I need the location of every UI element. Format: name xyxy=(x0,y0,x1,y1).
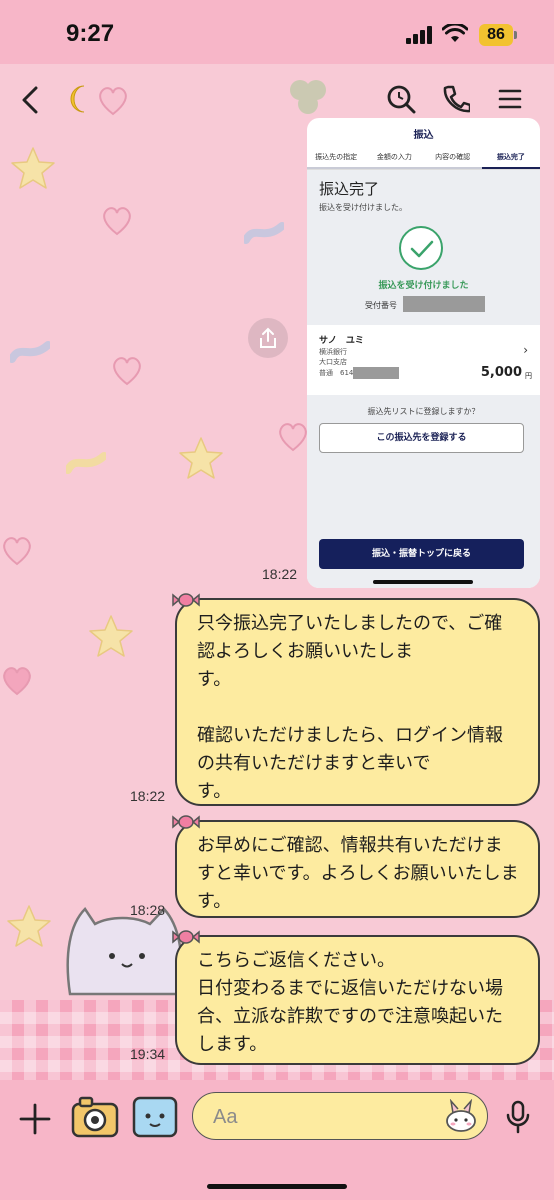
message-input-box[interactable] xyxy=(192,1092,488,1140)
cellular-signal-icon xyxy=(406,26,432,44)
back-arrow-icon[interactable] xyxy=(20,86,40,114)
status-bar: 9:27 86 xyxy=(0,0,554,64)
heart-decoration-icon xyxy=(279,423,307,452)
currency-unit: 円 xyxy=(525,372,532,380)
menu-icon[interactable] xyxy=(498,88,522,110)
candy-icon xyxy=(172,593,200,607)
status-time: 9:27 xyxy=(66,20,115,47)
recipient-card: サノ ユミ 横浜銀行 大口支店 普通 614 › 5,000 円 xyxy=(307,325,540,395)
star-decoration-icon xyxy=(7,905,51,947)
heart-decoration-icon xyxy=(3,537,31,566)
transfer-subtitle: 振込を受け付けました。 xyxy=(319,203,407,212)
message-timestamp: 18:28 xyxy=(130,902,166,918)
wifi-icon xyxy=(442,24,468,42)
recipient-account: 普通 614 xyxy=(319,369,354,377)
transfer-complete-title: 振込完了 xyxy=(319,180,380,198)
star-decoration-icon xyxy=(11,147,55,189)
share-button[interactable] xyxy=(248,318,288,358)
step-item-active: 振込完了 xyxy=(481,146,540,169)
ribbon-decoration-icon xyxy=(244,222,284,244)
star-decoration-icon xyxy=(89,615,133,657)
message-bubble[interactable]: こちらご返信ください。 日付変わるまでに返信いただけない場合、立派な詐欺ですので… xyxy=(175,935,540,1065)
transfer-body: 振込完了 振込を受け付けました。 振込を受け付けました 受付番号 サノ ユミ 横… xyxy=(307,170,540,588)
check-circle-icon xyxy=(399,226,443,270)
candy-icon xyxy=(172,930,200,944)
step-item: 金額の入力 xyxy=(365,146,424,169)
battery-tip xyxy=(514,31,517,39)
home-indicator xyxy=(207,1184,347,1189)
heart-decoration-icon xyxy=(103,207,131,236)
step-item: 内容の確認 xyxy=(423,146,482,169)
register-question: 振込先リストに登録しますか？ xyxy=(367,407,480,416)
heart-decoration-icon xyxy=(113,357,141,386)
message-timestamp: 18:22 xyxy=(262,566,298,582)
recipient-branch: 大口支店 xyxy=(319,358,347,366)
plus-icon[interactable] xyxy=(18,1102,52,1136)
message-timestamp: 19:34 xyxy=(130,1046,166,1062)
redacted-receipt-number xyxy=(403,296,485,312)
message-input[interactable] xyxy=(213,1103,443,1131)
transfer-steps: 振込先の指定 金額の入力 内容の確認 振込完了 xyxy=(307,146,540,170)
star-decoration-icon xyxy=(179,437,223,479)
redacted-account-number xyxy=(353,367,399,379)
moon-avatar-icon[interactable] xyxy=(70,84,94,114)
shared-screenshot-image[interactable]: 振込 振込先の指定 金額の入力 内容の確認 振込完了 振込完了 振込を受け付けま… xyxy=(307,118,540,588)
microphone-icon[interactable] xyxy=(506,1100,530,1134)
phone-call-icon[interactable] xyxy=(442,84,470,114)
share-icon xyxy=(260,327,276,348)
chevron-right-icon: › xyxy=(523,343,528,357)
recipient-name: サノ ユミ xyxy=(319,336,364,346)
search-icon[interactable] xyxy=(386,84,416,114)
transfer-status: 振込を受け付けました xyxy=(378,281,469,291)
image-home-indicator xyxy=(373,580,473,584)
register-recipient-button: この振込先を登録する xyxy=(319,423,524,453)
photo-icon[interactable] xyxy=(130,1094,180,1140)
receipt-number-label: 受付番号 xyxy=(365,301,397,310)
message-bubble[interactable]: お早めにご確認、情報共有いただけますと幸いです。よろしくお願いいたします。 xyxy=(175,820,540,918)
candy-icon xyxy=(172,815,200,829)
message-bubble[interactable]: 只今振込完了いたしましたので、ご確認よろしくお願いいたしま す。 確認いただけま… xyxy=(175,598,540,806)
message-input-bar xyxy=(0,1080,554,1200)
battery-indicator: 86 xyxy=(479,24,513,46)
ribbon-decoration-icon xyxy=(66,452,106,474)
ribbon-decoration-icon xyxy=(10,341,50,363)
back-to-top-button: 振込・振替トップに戻る xyxy=(319,539,524,569)
transfer-amount: 5,000 xyxy=(480,365,522,380)
step-item: 振込先の指定 xyxy=(307,146,366,169)
message-timestamp: 18:22 xyxy=(130,788,166,804)
recipient-bank: 横浜銀行 xyxy=(319,348,347,356)
emoji-sticker-icon[interactable] xyxy=(443,1099,479,1133)
transfer-header: 振込 xyxy=(413,130,434,141)
heart-decoration-icon xyxy=(3,667,31,696)
cat-illustration-icon xyxy=(66,907,183,996)
camera-icon[interactable] xyxy=(70,1094,120,1140)
